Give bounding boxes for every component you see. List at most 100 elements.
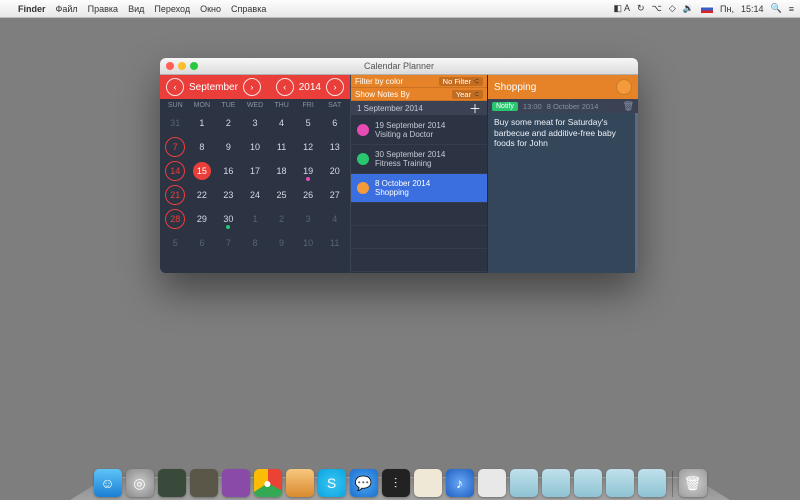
menu-edit[interactable]: Правка: [88, 4, 118, 14]
day-cell[interactable]: 4: [321, 207, 348, 231]
day-cell[interactable]: 3: [242, 111, 269, 135]
statusitem-day[interactable]: Пн,: [720, 4, 734, 14]
dock-app2-icon[interactable]: [190, 469, 218, 497]
statusitem-sync-icon[interactable]: ↻: [637, 3, 645, 14]
day-cell[interactable]: 12: [295, 135, 322, 159]
statusitem-notifications-icon[interactable]: ≡: [789, 4, 794, 14]
day-cell[interactable]: 20: [321, 159, 348, 183]
day-cell[interactable]: 16: [215, 159, 242, 183]
event-title: Visiting a Doctor: [375, 130, 445, 139]
day-cell[interactable]: 9: [215, 135, 242, 159]
day-cell[interactable]: 30: [215, 207, 242, 231]
window-titlebar[interactable]: Calendar Planner: [160, 58, 638, 75]
prev-year-button[interactable]: ‹: [276, 78, 294, 96]
dock-folder5-icon[interactable]: [638, 469, 666, 497]
next-year-button[interactable]: ›: [326, 78, 344, 96]
dock-folder2-icon[interactable]: [542, 469, 570, 497]
day-cell[interactable]: 5: [295, 111, 322, 135]
day-cell[interactable]: 1: [189, 111, 216, 135]
notify-badge[interactable]: Notify: [492, 102, 518, 111]
add-event-button[interactable]: ＋: [469, 100, 481, 117]
statusitem-input-flag-icon[interactable]: [701, 5, 713, 13]
dock-finder-icon[interactable]: ☺: [94, 469, 122, 497]
day-cell[interactable]: 31: [162, 111, 189, 135]
dock-itunes-icon[interactable]: ♪: [446, 469, 474, 497]
event-item[interactable]: 19 September 2014Visiting a Doctor: [351, 116, 487, 145]
day-cell[interactable]: 19: [295, 159, 322, 183]
statusitem-spotlight-icon[interactable]: 🔍: [771, 3, 782, 14]
day-cell[interactable]: 1: [242, 207, 269, 231]
event-title: Fitness Training: [375, 159, 445, 168]
statusitem-time[interactable]: 15:14: [741, 4, 764, 14]
dock-terminal-icon[interactable]: [478, 469, 506, 497]
dock-folder3-icon[interactable]: [574, 469, 602, 497]
day-cell[interactable]: 18: [268, 159, 295, 183]
filter-notes-select[interactable]: Year: [452, 90, 483, 99]
day-cell[interactable]: 8: [189, 135, 216, 159]
day-cell[interactable]: 14: [162, 159, 189, 183]
prev-month-button[interactable]: ‹: [166, 78, 184, 96]
statusitem-bluetooth-icon[interactable]: ⌥: [652, 3, 662, 14]
day-cell[interactable]: 11: [321, 231, 348, 255]
event-list: 19 September 2014Visiting a Doctor30 Sep…: [351, 116, 487, 273]
day-cell[interactable]: 23: [215, 183, 242, 207]
day-cell[interactable]: 5: [162, 231, 189, 255]
day-cell[interactable]: 2: [268, 207, 295, 231]
delete-event-button[interactable]: 🗑: [623, 101, 634, 112]
dock-chrome-icon[interactable]: ●: [254, 469, 282, 497]
statusitem-wifi-icon[interactable]: ◇: [669, 3, 676, 14]
day-cell[interactable]: 2: [215, 111, 242, 135]
day-cell[interactable]: 4: [268, 111, 295, 135]
day-cell[interactable]: 13: [321, 135, 348, 159]
day-cell[interactable]: 8: [242, 231, 269, 255]
day-cell[interactable]: 7: [215, 231, 242, 255]
day-cell[interactable]: 6: [321, 111, 348, 135]
day-cell[interactable]: 11: [268, 135, 295, 159]
dock-skype-icon[interactable]: S: [318, 469, 346, 497]
dock-launchpad-icon[interactable]: ◎: [126, 469, 154, 497]
day-cell[interactable]: 22: [189, 183, 216, 207]
menu-window[interactable]: Окно: [200, 4, 221, 14]
menu-help[interactable]: Справка: [231, 4, 266, 14]
menu-go[interactable]: Переход: [154, 4, 190, 14]
dock-folder4-icon[interactable]: [606, 469, 634, 497]
dock-notes-icon[interactable]: [414, 469, 442, 497]
detail-color-swatch-icon[interactable]: [616, 79, 632, 95]
day-cell[interactable]: 17: [242, 159, 269, 183]
menubar-app[interactable]: Finder: [18, 4, 46, 14]
day-cell[interactable]: 27: [321, 183, 348, 207]
next-month-button[interactable]: ›: [243, 78, 261, 96]
menu-view[interactable]: Вид: [128, 4, 144, 14]
day-cell[interactable]: 29: [189, 207, 216, 231]
day-cell[interactable]: 21: [162, 183, 189, 207]
day-cell[interactable]: 6: [189, 231, 216, 255]
statusitem-adobe-icon[interactable]: ◧ A: [613, 3, 630, 14]
dock-messages-icon[interactable]: 💬: [350, 469, 378, 497]
day-cell[interactable]: 7: [162, 135, 189, 159]
calendar-planner-window: Calendar Planner ‹ September › ‹ 2014 › …: [160, 58, 638, 273]
event-item[interactable]: 8 October 2014Shopping: [351, 174, 487, 203]
filter-color-select[interactable]: No Filter: [439, 77, 483, 86]
dock-app3-icon[interactable]: [222, 469, 250, 497]
day-cell[interactable]: 10: [295, 231, 322, 255]
calendar-panel: ‹ September › ‹ 2014 › SUN MON TUE WED T…: [160, 75, 350, 273]
dock-activity-icon[interactable]: ⫶: [382, 469, 410, 497]
day-cell[interactable]: 25: [268, 183, 295, 207]
menu-file[interactable]: Файл: [56, 4, 78, 14]
day-cell[interactable]: 28: [162, 207, 189, 231]
day-cell[interactable]: 24: [242, 183, 269, 207]
dock-app1-icon[interactable]: [158, 469, 186, 497]
event-item[interactable]: 30 September 2014Fitness Training: [351, 145, 487, 174]
weekday-row: SUN MON TUE WED THU FRI SAT: [160, 99, 350, 111]
dock-trash-icon[interactable]: 🗑: [679, 469, 707, 497]
dock-folder1-icon[interactable]: [510, 469, 538, 497]
day-cell[interactable]: 15: [189, 159, 216, 183]
dock-photos-icon[interactable]: [286, 469, 314, 497]
detail-note[interactable]: Buy some meat for Saturday's barbecue an…: [488, 113, 638, 273]
day-cell[interactable]: 26: [295, 183, 322, 207]
dock: ☺◎ ● S💬⫶ ♪ 🗑: [0, 465, 800, 500]
day-cell[interactable]: 9: [268, 231, 295, 255]
statusitem-volume-icon[interactable]: 🔉: [683, 3, 694, 14]
day-cell[interactable]: 10: [242, 135, 269, 159]
day-cell[interactable]: 3: [295, 207, 322, 231]
